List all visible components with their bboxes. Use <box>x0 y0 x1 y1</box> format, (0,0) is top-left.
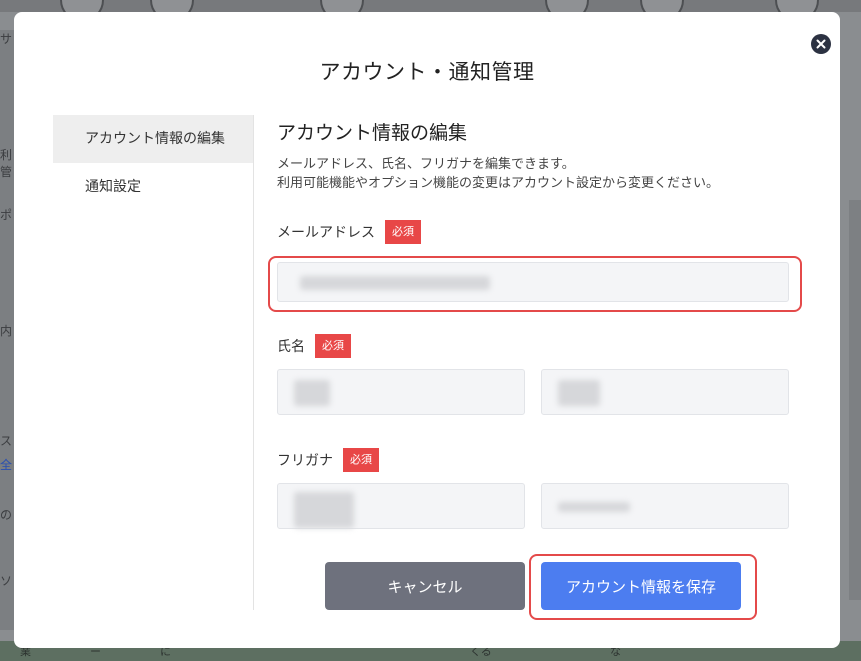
email-field[interactable] <box>277 262 789 302</box>
furigana-label: フリガナ <box>277 453 333 469</box>
background-text: の <box>0 508 13 522</box>
background-text: 全 <box>0 458 13 472</box>
sidebar-item-notifications[interactable]: 通知設定 <box>53 163 253 211</box>
description-line-1: メールアドレス、氏名、フリガナを編集できます。 <box>277 157 575 172</box>
background-right-panel <box>849 200 861 600</box>
redacted-value <box>294 380 330 406</box>
email-label: メールアドレス <box>277 225 375 241</box>
background-text: ポ <box>0 208 13 222</box>
background-text: 内 <box>0 324 13 338</box>
last-name-furigana-field[interactable] <box>277 483 525 529</box>
settings-sidebar: アカウント情報の編集 通知設定 <box>53 115 254 610</box>
redacted-value <box>558 380 600 406</box>
save-account-button[interactable]: アカウント情報を保存 <box>541 562 741 610</box>
background-text: 利管 <box>0 148 13 179</box>
background-text: ソ <box>0 574 13 588</box>
background-left-panel: サ 利管 ポ 内 ス 全 の ソ <box>0 30 14 630</box>
close-button[interactable] <box>811 34 831 54</box>
modal-title: アカウント・通知管理 <box>319 60 535 84</box>
email-label-row: メールアドレス 必須 <box>277 220 421 244</box>
first-name-furigana-field[interactable] <box>541 483 789 529</box>
required-badge: 必須 <box>385 220 421 244</box>
required-badge: 必須 <box>343 448 379 472</box>
last-name-field[interactable] <box>277 369 525 415</box>
sidebar-item-account-edit[interactable]: アカウント情報の編集 <box>53 115 253 163</box>
name-label-row: 氏名 必須 <box>277 334 351 358</box>
redacted-value <box>294 492 354 528</box>
first-name-field[interactable] <box>541 369 789 415</box>
section-title: アカウント情報の編集 <box>277 122 468 144</box>
required-badge: 必須 <box>315 334 351 358</box>
account-edit-panel: アカウント情報の編集 メールアドレス、氏名、フリガナを編集できます。 利用可能機… <box>277 118 817 193</box>
account-settings-modal: アカウント・通知管理 アカウント情報の編集 通知設定 アカウント情報の編集 メー… <box>14 12 840 648</box>
furigana-label-row: フリガナ 必須 <box>277 448 379 472</box>
background-text: サ <box>0 32 13 46</box>
description-line-2: 利用可能機能やオプション機能の変更はアカウント設定から変更ください。 <box>277 176 720 191</box>
cancel-button[interactable]: キャンセル <box>325 562 525 610</box>
close-icon <box>816 39 826 49</box>
background-text: ス <box>0 434 13 448</box>
name-label: 氏名 <box>277 339 305 355</box>
redacted-value <box>558 502 630 512</box>
background-toolbar <box>0 0 861 22</box>
redacted-value <box>300 276 490 290</box>
